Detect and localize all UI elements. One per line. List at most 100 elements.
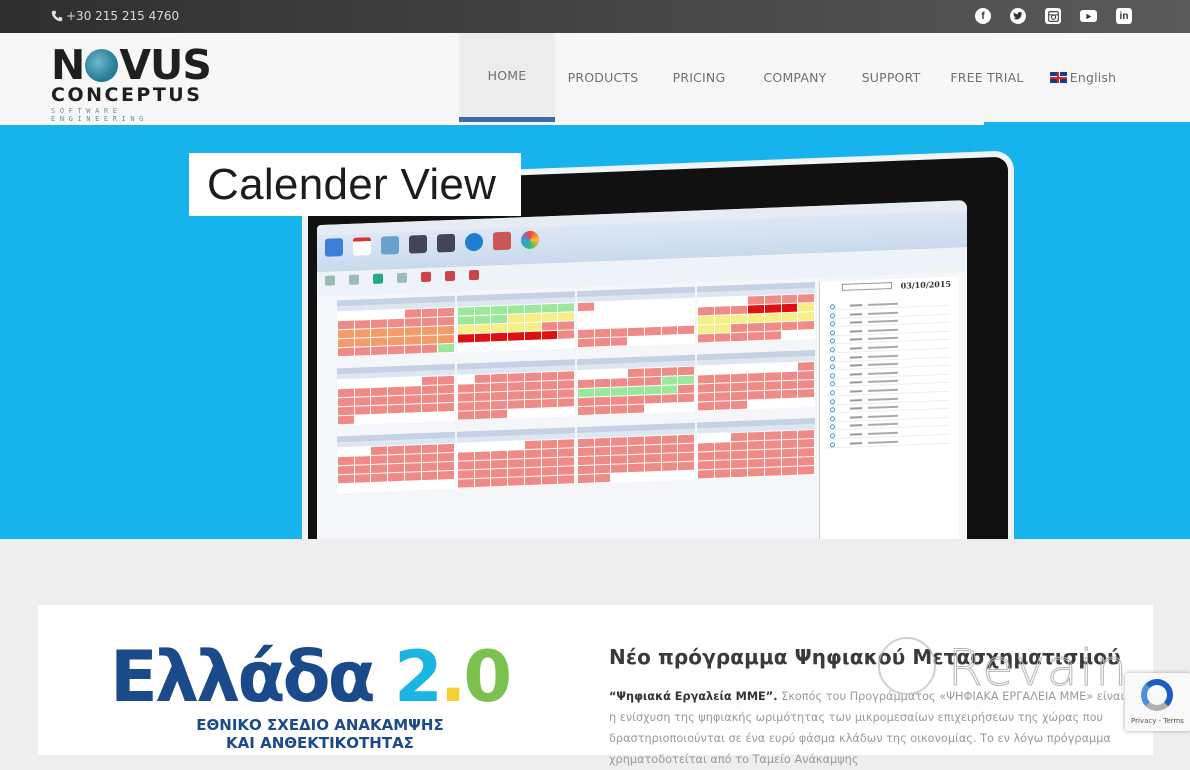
- day-cell: [458, 443, 474, 452]
- day-cell: [748, 304, 764, 314]
- day-cell: [458, 307, 474, 316]
- guest-name: [868, 345, 898, 349]
- day-cell: [644, 453, 661, 463]
- day-cell: [508, 450, 524, 459]
- youtube-icon[interactable]: [1080, 10, 1097, 22]
- nav-company[interactable]: COMPANY: [747, 33, 843, 122]
- day-cell: [644, 317, 661, 327]
- day-cell: [508, 323, 524, 332]
- day-cell: [421, 335, 438, 345]
- nav-home[interactable]: HOME: [459, 33, 555, 122]
- day-cell: [748, 363, 764, 373]
- recaptcha-links[interactable]: Privacy - Terms: [1131, 717, 1184, 725]
- day-cell: [404, 481, 421, 490]
- cancel-icon: [381, 235, 399, 255]
- day-cell: [678, 334, 694, 344]
- day-cell: [714, 315, 731, 324]
- day-cell: [404, 404, 421, 413]
- day-cell: [438, 393, 454, 403]
- day-cell: [474, 324, 491, 334]
- day-cell: [558, 330, 574, 339]
- logo-wordmark: N VUS: [51, 45, 212, 86]
- day-cell: [371, 473, 388, 483]
- day-cell: [458, 393, 474, 402]
- day-cell: [541, 339, 558, 349]
- day-cell: [524, 440, 541, 450]
- day-cell: [748, 390, 764, 400]
- instagram-icon[interactable]: [1045, 8, 1061, 24]
- nav-products[interactable]: PRODUCTS: [555, 33, 651, 122]
- day-cell: [678, 470, 694, 480]
- day-cell: [781, 389, 798, 399]
- day-cell: [491, 341, 508, 351]
- day-cell: [678, 434, 694, 444]
- language-selector[interactable]: English: [1035, 33, 1131, 122]
- day-cell: [748, 458, 764, 468]
- day-cell: [508, 332, 524, 341]
- day-cell: [628, 463, 644, 473]
- day-cell: [438, 479, 454, 489]
- linkedin-icon[interactable]: in: [1116, 8, 1132, 24]
- day-cell: [388, 386, 404, 396]
- day-cell: [524, 313, 541, 323]
- day-cell: [781, 321, 798, 331]
- day-cell: [731, 459, 748, 469]
- housekeeping-icon: [465, 232, 483, 252]
- day-cell: [558, 312, 574, 321]
- twitter-icon[interactable]: [1010, 8, 1026, 24]
- nav-free-trial[interactable]: FREE TRIAL: [939, 33, 1035, 122]
- day-cell: [661, 385, 678, 394]
- day-cell: [628, 436, 644, 446]
- nav-support[interactable]: SUPPORT: [843, 33, 939, 122]
- recaptcha-badge[interactable]: Privacy - Terms: [1125, 673, 1190, 731]
- day-cell: [491, 477, 508, 487]
- day-cell: [714, 333, 731, 342]
- day-cell: [698, 315, 714, 325]
- facebook-icon[interactable]: f: [975, 8, 991, 24]
- day-cell: [388, 404, 404, 414]
- day-cell: [644, 385, 661, 395]
- day-cell: [354, 406, 371, 415]
- day-cell: [474, 478, 491, 488]
- day-cell: [338, 347, 354, 357]
- day-cell: [678, 402, 694, 412]
- day-cell: [558, 339, 574, 348]
- day-cell: [508, 468, 524, 477]
- day-cell: [611, 301, 628, 310]
- day-cell: [388, 336, 404, 346]
- day-cell: [458, 384, 474, 393]
- day-cell: [524, 467, 541, 477]
- day-cell: [438, 316, 454, 326]
- calendar-month: [457, 291, 575, 353]
- day-cell: [474, 383, 491, 393]
- day-cell: [578, 311, 594, 321]
- day-cell: [698, 442, 714, 452]
- room-number: [850, 338, 862, 342]
- day-cell: [474, 401, 491, 411]
- day-cell: [611, 405, 628, 414]
- day-cell: [541, 330, 558, 340]
- day-cell: [678, 384, 694, 394]
- phone-contact[interactable]: +30 215 215 4760: [51, 9, 179, 23]
- calendar-month: [697, 281, 815, 344]
- day-cell: [798, 312, 814, 321]
- day-cell: [661, 403, 678, 412]
- day-cell: [388, 309, 404, 319]
- day-cell: [458, 461, 474, 470]
- nav-pricing[interactable]: PRICING: [651, 33, 747, 122]
- day-cell: [421, 471, 438, 481]
- guest-name: [868, 440, 898, 444]
- company-logo[interactable]: N VUS CONCEPTUS SOFTWARE ENGINEERING: [51, 45, 212, 124]
- calendar-month: [337, 363, 455, 426]
- day-cell: [798, 330, 814, 339]
- day-cell: [558, 475, 574, 484]
- day-cell: [661, 367, 678, 376]
- day-cell: [644, 376, 661, 386]
- day-cell: [798, 389, 814, 398]
- day-cell: [388, 377, 404, 387]
- language-label: English: [1069, 70, 1117, 85]
- arrival-icon: [409, 234, 427, 254]
- day-cell: [458, 375, 474, 384]
- day-cell: [558, 448, 574, 457]
- day-cell: [421, 344, 438, 354]
